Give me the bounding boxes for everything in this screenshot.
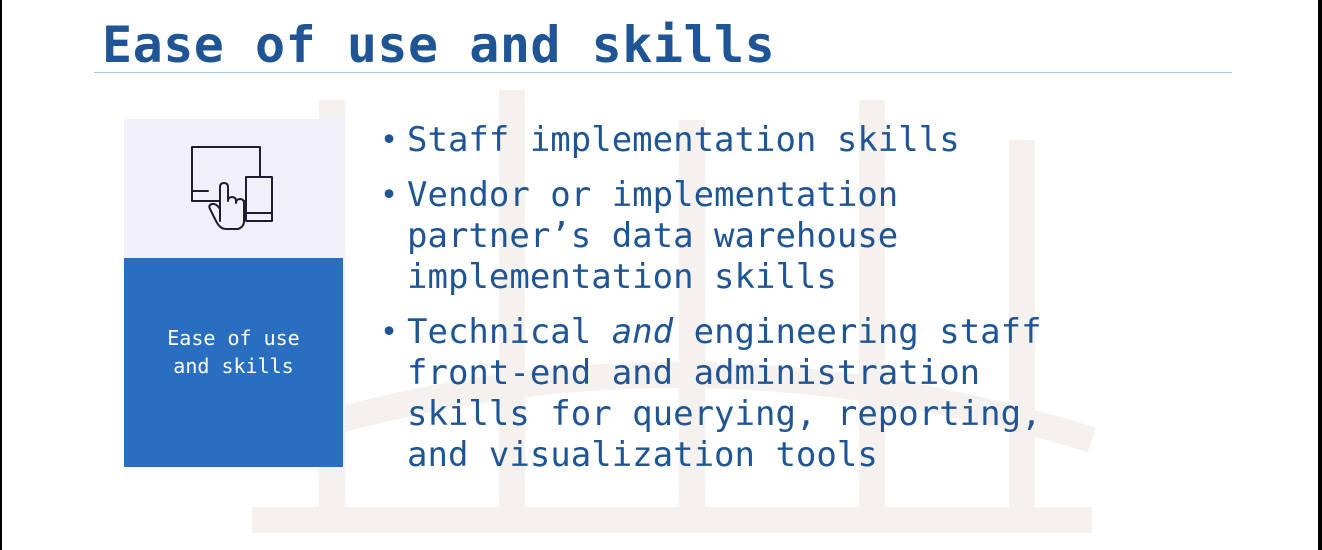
bullet-emphasis: and <box>611 312 674 352</box>
card-icon-panel <box>124 119 343 258</box>
bullet-line: front-end and administration <box>407 353 981 393</box>
card-label: Ease of use and skills <box>124 324 343 380</box>
title-divider <box>94 72 1232 73</box>
touchscreen-devices-icon <box>191 146 273 230</box>
bullet-text: engineering staff <box>673 312 1042 352</box>
bullet-line: implementation skills <box>407 257 837 297</box>
card-label-line: Ease of use <box>167 326 300 350</box>
bullet-item: • Staff implementation skills <box>380 120 1180 161</box>
bullet-line: and visualization tools <box>407 435 878 475</box>
bullet-list: • Staff implementation skills • Vendor o… <box>380 120 1180 490</box>
bullet-line: skills for querying, reporting, <box>407 394 1042 434</box>
bullet-text: Technical <box>407 312 612 352</box>
card-label-panel: Ease of use and skills <box>124 258 343 467</box>
slide-title: Ease of use and skills <box>102 16 776 74</box>
card-label-line: and skills <box>173 354 294 378</box>
slide: Ease of use and skills Ease of use and s… <box>2 0 1318 550</box>
bullet-marker: • <box>380 178 399 213</box>
bullet-marker: • <box>380 123 399 158</box>
bullet-line: Technical and engineering staff <box>407 312 1180 353</box>
bullet-marker: • <box>380 315 399 350</box>
bullet-item: • Technical and engineering staff front-… <box>380 312 1180 476</box>
bullet-item: • Vendor or implementation partner’s dat… <box>380 175 1180 298</box>
topic-card: Ease of use and skills <box>124 119 343 467</box>
bullet-line: Vendor or implementation <box>407 175 899 215</box>
bullet-line: partner’s data warehouse <box>407 216 899 256</box>
bullet-line: Staff implementation skills <box>407 120 960 160</box>
